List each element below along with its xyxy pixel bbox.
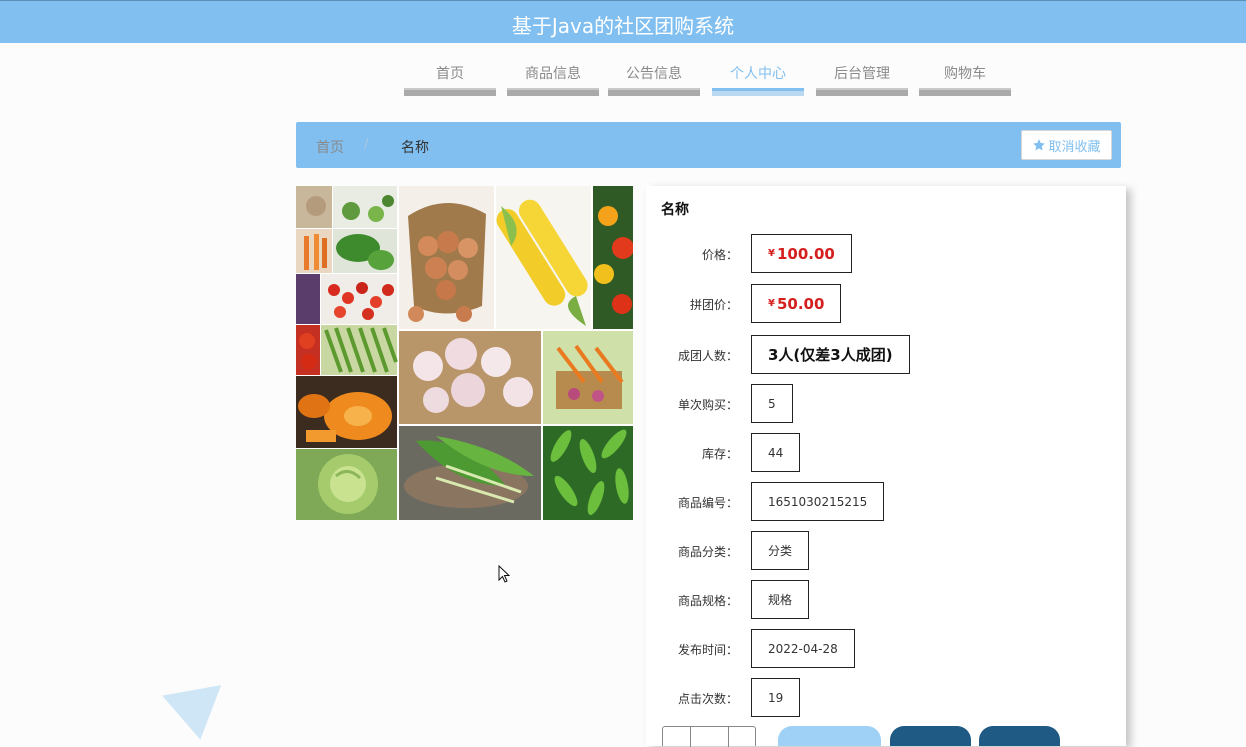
app-title: 基于Java的社区团购系统 <box>511 14 735 38</box>
detail-row-group-size: 成团人数： 3人(仅差3人成团) <box>646 335 1126 375</box>
nav-item-label: 个人中心 <box>730 66 786 82</box>
publish-time-value: 2022-04-28 <box>751 629 855 668</box>
nav-item-label: 购物车 <box>944 66 986 82</box>
currency-symbol: ¥ <box>768 248 775 259</box>
group-price-amount: 50.00 <box>776 294 825 313</box>
spec-label: 商品规格： <box>677 594 738 608</box>
vegetable-collage <box>296 186 633 520</box>
nav-underline <box>816 88 908 96</box>
stock-value: 44 <box>751 433 801 472</box>
detail-row-code: 商品编号： 1651030215215 <box>646 482 1126 522</box>
nav-item-label: 后台管理 <box>834 66 890 82</box>
nav-underline <box>404 88 496 96</box>
code-label: 商品编号： <box>677 496 738 510</box>
price-value: ¥100.00 <box>751 234 852 273</box>
product-name: 名称 <box>661 202 689 218</box>
breadcrumb-home-link[interactable]: 首页 <box>316 137 344 157</box>
spec-value: 规格 <box>751 580 810 619</box>
nav-item-admin[interactable]: 后台管理 <box>816 58 908 96</box>
detail-row-stock: 库存： 44 <box>646 433 1126 473</box>
category-value: 分类 <box>751 531 810 570</box>
nav-underline <box>608 88 700 96</box>
price-label: 价格： <box>701 248 738 262</box>
nav-item-label: 首页 <box>436 66 464 82</box>
detail-row-spec: 商品规格： 规格 <box>646 580 1126 620</box>
mouse-cursor-icon <box>498 565 510 583</box>
publish-time-label: 发布时间： <box>677 643 738 657</box>
stock-label: 库存： <box>701 447 738 461</box>
nav-item-products[interactable]: 商品信息 <box>507 58 599 96</box>
detail-row-publish-time: 发布时间： 2022-04-28 <box>646 629 1126 669</box>
star-icon <box>1033 139 1046 151</box>
clicks-label: 点击次数： <box>677 692 738 706</box>
single-buy-value: 5 <box>751 384 793 423</box>
code-value: 1651030215215 <box>751 482 885 521</box>
group-size-value: 3人(仅差3人成团) <box>751 335 910 374</box>
currency-symbol: ¥ <box>768 298 775 309</box>
price-amount: 100.00 <box>776 244 835 263</box>
nav-item-label: 商品信息 <box>525 66 581 82</box>
nav-item-profile[interactable]: 个人中心 <box>712 58 804 96</box>
product-image <box>296 186 633 520</box>
nav-item-notices[interactable]: 公告信息 <box>608 58 700 96</box>
add-to-cart-button[interactable] <box>778 726 881 746</box>
detail-row-category: 商品分类： 分类 <box>646 531 1126 571</box>
unfavorite-button[interactable]: 取消收藏 <box>1021 130 1112 160</box>
stepper-divider <box>690 727 691 747</box>
product-detail-panel: 名称 价格： ¥100.00 拼团价： ¥50.00 成团人数： 3人(仅差3人… <box>646 186 1126 746</box>
app-header: 基于Java的社区团购系统 <box>0 0 1246 43</box>
clicks-value: 19 <box>751 678 801 717</box>
group-buy-button[interactable] <box>979 726 1060 746</box>
nav-underline <box>919 88 1011 96</box>
nav-underline <box>712 88 804 96</box>
detail-row-single-buy: 单次购买： 5 <box>646 384 1126 424</box>
nav-item-cart[interactable]: 购物车 <box>919 58 1011 96</box>
nav-item-home[interactable]: 首页 <box>404 58 496 96</box>
buy-now-button[interactable] <box>890 726 971 746</box>
breadcrumb-separator: / <box>364 137 369 152</box>
breadcrumb: 首页 / 名称 取消收藏 <box>296 122 1121 168</box>
quantity-stepper[interactable] <box>662 726 756 747</box>
breadcrumb-current: 名称 <box>401 140 429 156</box>
nav-underline <box>507 88 599 96</box>
group-size-label: 成团人数： <box>677 349 738 363</box>
detail-row-price: 价格： ¥100.00 <box>646 234 1126 274</box>
category-label: 商品分类： <box>677 545 738 559</box>
unfavorite-label: 取消收藏 <box>1048 139 1101 155</box>
group-price-label: 拼团价： <box>689 298 738 312</box>
group-price-value: ¥50.00 <box>751 284 842 323</box>
stepper-divider <box>728 727 729 747</box>
detail-row-group-price: 拼团价： ¥50.00 <box>646 284 1126 324</box>
detail-row-clicks: 点击次数： 19 <box>646 678 1126 718</box>
nav-item-label: 公告信息 <box>626 66 682 82</box>
single-buy-label: 单次购买： <box>677 398 738 412</box>
